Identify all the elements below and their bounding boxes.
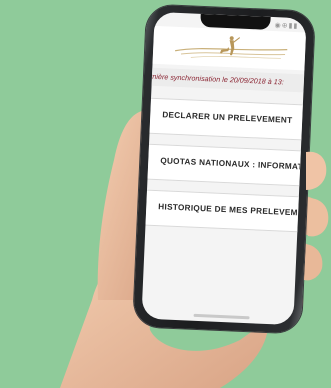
status-icons: ◉⊕▮▮ [274,21,299,31]
menu-item-historique-prelevements[interactable]: HISTORIQUE DE MES PRELEVEMEN [145,189,299,233]
menu-item-label: HISTORIQUE DE MES PRELEVEMEN [158,202,299,218]
app-logo [175,36,288,59]
menu-item-label: QUOTAS NATIONAUX : INFORMATIO [160,156,301,172]
sync-status-bar: ernière synchronisation le 20/09/2018 à … [151,67,305,93]
scene: ◉⊕▮▮ ernière synchronisation le 20/09/20… [0,0,331,388]
menu-item-quotas-nationaux[interactable]: QUOTAS NATIONAUX : INFORMATIO [147,143,301,187]
menu-item-declarer-prelevement[interactable]: DECLARER UN PRELEVEMENT [149,97,303,141]
home-indicator[interactable] [193,313,250,320]
phone-screen: ◉⊕▮▮ ernière synchronisation le 20/09/20… [141,11,307,326]
main-menu: DECLARER UN PRELEVEMENT QUOTAS NATIONAUX… [145,97,303,242]
menu-item-label: DECLARER UN PRELEVEMENT [162,110,293,125]
sync-status-text: ernière synchronisation le 20/09/2018 à … [151,71,284,87]
phone: ◉⊕▮▮ ernière synchronisation le 20/09/20… [133,4,315,334]
app-header [152,25,307,71]
